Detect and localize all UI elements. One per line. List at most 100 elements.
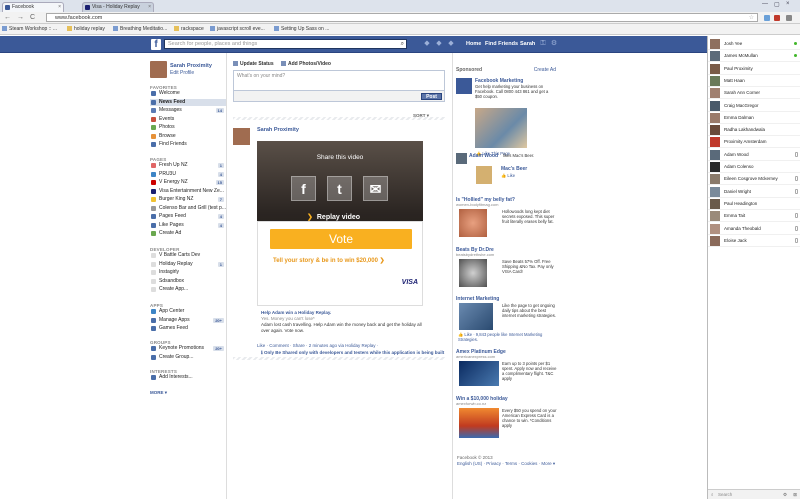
- chat-contact[interactable]: Daniel Wright: [708, 186, 800, 198]
- settings-icon[interactable]: ⚙: [550, 40, 558, 48]
- status-input[interactable]: What's on your mind?: [233, 70, 445, 91]
- chat-contact[interactable]: Radha Lakhandwala: [708, 124, 800, 137]
- tab-facebook[interactable]: Facebook ×: [2, 2, 64, 12]
- sidebar-item[interactable]: App Center: [150, 308, 226, 315]
- avatar[interactable]: [233, 128, 250, 145]
- sidebar-item[interactable]: Instagirly: [150, 269, 226, 276]
- extension-icon[interactable]: [764, 15, 770, 21]
- search-input[interactable]: Search for people, places and things ⌕: [164, 39, 407, 49]
- sidebar-item[interactable]: News Feed: [150, 98, 226, 106]
- sidebar-item[interactable]: Browse: [150, 133, 226, 140]
- sidebar-item[interactable]: Games Feed: [150, 325, 226, 332]
- chat-contact[interactable]: Josh Yee: [708, 38, 800, 50]
- vote-button[interactable]: Vote: [270, 229, 412, 249]
- sidebar-item[interactable]: Visa Entertainment New Ze...: [150, 188, 226, 195]
- chat-contact[interactable]: James McMullan: [708, 50, 800, 63]
- sidebar-item[interactable]: V Battle Carts Dev: [150, 252, 226, 259]
- find-friends-link[interactable]: Find Friends: [485, 40, 518, 48]
- sidebar-item[interactable]: Photos: [150, 124, 226, 131]
- chat-search-input[interactable]: ⌕ Search ⚙ ⊠: [708, 489, 800, 499]
- sidebar-item[interactable]: Create Group...: [150, 354, 226, 361]
- chat-contact[interactable]: Paul Proximity: [708, 63, 800, 75]
- reload-icon[interactable]: C: [30, 14, 35, 22]
- sidebar-item[interactable]: Find Friends: [150, 141, 226, 148]
- messages-icon[interactable]: ◆: [435, 40, 443, 48]
- ad-image[interactable]: [459, 259, 487, 287]
- back-icon[interactable]: ←: [4, 14, 11, 22]
- ad-image[interactable]: [475, 108, 527, 148]
- add-photos-tab[interactable]: Add Photos/Video: [281, 61, 331, 67]
- story-author[interactable]: Sarah Proximity: [257, 127, 299, 133]
- post-button[interactable]: Post: [421, 93, 442, 100]
- ad-like-link[interactable]: 👍 Like: [501, 173, 515, 179]
- more-link[interactable]: MORE ▾: [150, 389, 226, 396]
- create-ad-link[interactable]: Create Ad: [534, 67, 556, 73]
- twitter-share-icon[interactable]: t: [327, 176, 352, 201]
- profile-link[interactable]: Sarah: [520, 40, 535, 48]
- chat-contact[interactable]: Matt Haan: [708, 75, 800, 87]
- maximize-icon[interactable]: ▢: [774, 1, 780, 8]
- url-input[interactable]: www.facebook.com ☆: [46, 13, 758, 22]
- chat-contact[interactable]: Eileen Cosgrove Mckerney: [708, 173, 800, 186]
- chat-contact[interactable]: Paul Headington: [708, 198, 800, 210]
- ad-title[interactable]: Internet Marketing: [456, 296, 499, 302]
- sidebar-item[interactable]: Like Pages 4: [150, 222, 226, 229]
- update-status-tab[interactable]: Update Status: [233, 61, 274, 67]
- bookmark-sass[interactable]: Setting Up Sass on ...: [274, 26, 329, 33]
- ad-friend-name[interactable]: Adam Wood: [469, 153, 498, 159]
- bookmark-star-icon[interactable]: ☆: [749, 14, 754, 22]
- sidebar-item[interactable]: Welcome: [150, 90, 226, 97]
- close-window-icon[interactable]: ×: [786, 1, 790, 7]
- bookmark-rackspace[interactable]: rackspace: [174, 26, 204, 33]
- lock-icon[interactable]: ⚿: [539, 40, 547, 48]
- ad-image[interactable]: [459, 361, 499, 386]
- bookmark-javascript[interactable]: javascript scroll eve...: [210, 26, 265, 33]
- facebook-logo[interactable]: f: [151, 39, 161, 50]
- forward-icon[interactable]: →: [17, 14, 24, 22]
- email-share-icon[interactable]: ✉: [363, 176, 388, 201]
- chat-contact[interactable]: Adam Wood: [708, 149, 800, 161]
- search-icon[interactable]: ⌕: [401, 40, 404, 48]
- sidebar-item[interactable]: Sdsandbox: [150, 278, 226, 285]
- story-actions[interactable]: Like · Comment · Share · 2 minutes ago v…: [257, 343, 378, 348]
- bookmark-steam[interactable]: Steam Workshop :: ...: [2, 26, 57, 33]
- sidebar-item[interactable]: V Energy NZ 15: [150, 179, 226, 186]
- sidebar-item[interactable]: PRU3U 4: [150, 171, 226, 178]
- chat-contact[interactable]: Eloise Jack: [708, 235, 800, 247]
- chat-contact[interactable]: Emma Tait: [708, 210, 800, 223]
- ad-image[interactable]: [459, 408, 499, 438]
- notifications-icon[interactable]: ◆: [447, 40, 455, 48]
- sidebar-item[interactable]: Messages 14: [150, 107, 226, 114]
- edit-profile-link[interactable]: Edit Profile: [170, 70, 194, 76]
- minimize-icon[interactable]: —: [762, 1, 768, 7]
- tab-close-icon[interactable]: ×: [148, 3, 151, 12]
- tab-visa[interactable]: Visa - Holiday Replay ×: [82, 2, 154, 12]
- sidebar-item[interactable]: Colenso Bar and Grill (test p...: [150, 205, 226, 212]
- ad-title[interactable]: Mac's Beer: [501, 166, 527, 172]
- tab-close-icon[interactable]: ×: [58, 3, 61, 12]
- sidebar-item[interactable]: Pages Feed 4: [150, 213, 226, 220]
- sidebar-item[interactable]: Add Interests...: [150, 374, 226, 381]
- sidebar-item[interactable]: Manage Apps 20+: [150, 317, 226, 324]
- chat-contact[interactable]: Amanda Theobald: [708, 223, 800, 235]
- sidebar-item[interactable]: Holiday Replay 1: [150, 261, 226, 268]
- menu-icon[interactable]: [786, 15, 792, 21]
- chat-contact[interactable]: Craig MacGregor: [708, 100, 800, 112]
- facebook-share-icon[interactable]: f: [291, 176, 316, 201]
- ad-image[interactable]: [459, 303, 493, 330]
- sidebar-item[interactable]: Create App...: [150, 286, 226, 293]
- avatar[interactable]: [150, 61, 167, 78]
- chat-contact[interactable]: Proximity Amsterdam: [708, 136, 800, 149]
- replay-video-button[interactable]: ❯ Replay video: [307, 213, 360, 221]
- sidebar-item[interactable]: Events: [150, 116, 226, 123]
- footer-links[interactable]: English (US) · Privacy · Terms · Cookies…: [457, 461, 557, 467]
- bookmark-breathing[interactable]: Breathing Meditatio...: [113, 26, 167, 33]
- ad-image[interactable]: [459, 209, 487, 237]
- chat-contact[interactable]: Sarah Ann Corner: [708, 87, 800, 100]
- chat-settings-icon[interactable]: ⚙: [783, 490, 787, 499]
- friend-requests-icon[interactable]: ◆: [423, 40, 431, 48]
- sidebar-item[interactable]: Fresh Up NZ 1: [150, 162, 226, 169]
- sidebar-item[interactable]: Keynote Promotions 20+: [150, 345, 226, 352]
- chat-contact[interactable]: Adam Colenso: [708, 161, 800, 173]
- sidebar-item[interactable]: Create Ad: [150, 230, 226, 237]
